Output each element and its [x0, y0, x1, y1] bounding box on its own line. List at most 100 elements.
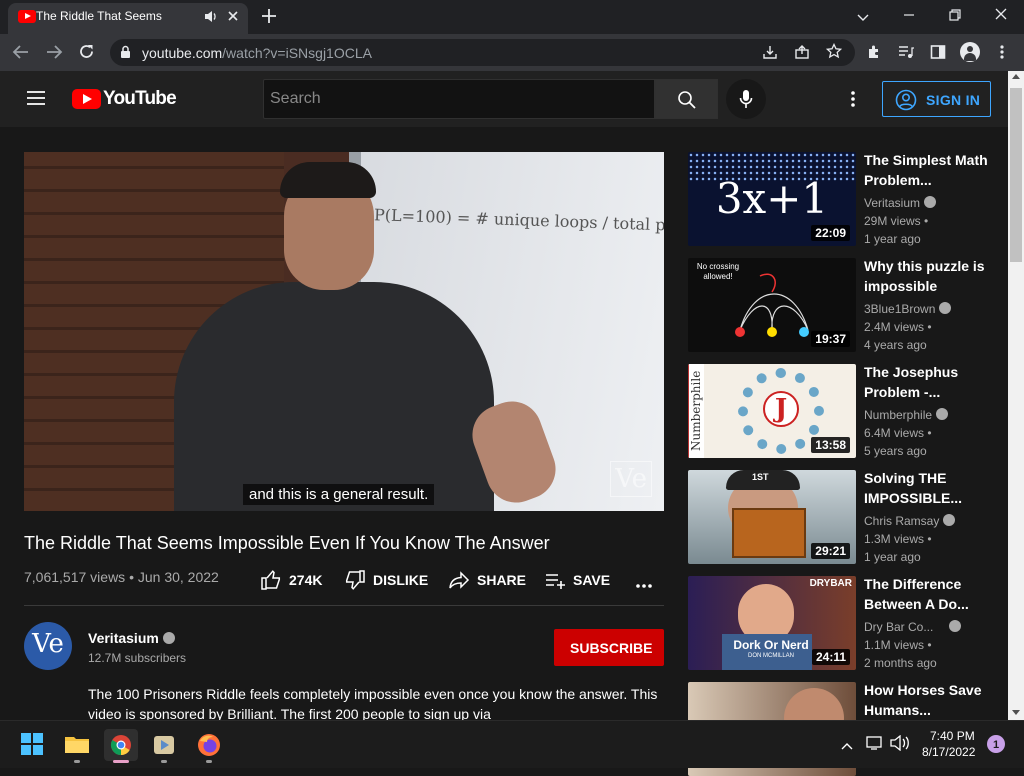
- forward-icon[interactable]: [45, 44, 63, 65]
- scroll-up-arrow-icon[interactable]: [1012, 74, 1020, 79]
- related-title[interactable]: The Difference Between A Do...: [864, 574, 1000, 614]
- related-channel[interactable]: Veritasium: [864, 196, 937, 210]
- share-button[interactable]: SHARE: [448, 569, 528, 591]
- more-actions-icon[interactable]: [635, 576, 653, 594]
- install-app-icon[interactable]: [762, 44, 778, 65]
- channel-avatar[interactable]: Ve: [24, 622, 72, 670]
- save-label: SAVE: [573, 572, 611, 588]
- reload-icon[interactable]: [78, 43, 95, 65]
- related-channel-text: Chris Ramsay: [864, 514, 940, 528]
- taskbar-indicator: [206, 760, 212, 763]
- youtube-favicon-icon: [18, 10, 36, 23]
- related-views: 6.4M views •: [864, 426, 932, 440]
- chrome-icon[interactable]: [110, 734, 132, 761]
- dislike-button[interactable]: DISLIKE: [344, 569, 434, 591]
- related-channel-text: Veritasium: [864, 196, 921, 210]
- lock-icon[interactable]: [120, 45, 131, 64]
- related-views: 2.4M views •: [864, 320, 932, 334]
- save-button[interactable]: SAVE: [544, 569, 614, 591]
- search-input[interactable]: [263, 79, 655, 119]
- video-duration: 29:21: [811, 543, 850, 559]
- file-explorer-icon[interactable]: [64, 734, 90, 759]
- youtube-logo[interactable]: YouTube: [72, 88, 177, 110]
- tab-search-chevron-icon[interactable]: [856, 10, 870, 28]
- search-button[interactable]: [655, 79, 718, 119]
- notification-count: 1: [992, 739, 1000, 751]
- media-control-icon[interactable]: [898, 44, 914, 65]
- channel-name[interactable]: Veritasium: [88, 630, 175, 646]
- window-minimize-icon[interactable]: [902, 8, 916, 27]
- new-tab-icon[interactable]: [261, 8, 277, 29]
- system-tray-chevron-icon[interactable]: [840, 738, 854, 756]
- window-restore-icon[interactable]: [948, 8, 962, 27]
- tab-audio-icon[interactable]: [204, 10, 218, 28]
- thumbs-up-icon: [261, 570, 281, 590]
- related-channel[interactable]: Dry Bar Co...: [864, 620, 962, 634]
- related-channel[interactable]: Chris Ramsay: [864, 514, 956, 528]
- video-caption: and this is a general result.: [243, 484, 435, 505]
- like-button[interactable]: 274K: [260, 569, 330, 591]
- bookmark-star-icon[interactable]: [825, 42, 843, 64]
- account-circle-icon: [895, 89, 917, 111]
- subscribe-label[interactable]: SUBSCRIBE: [570, 640, 652, 656]
- related-title[interactable]: The Simplest Math Problem...: [864, 150, 1000, 190]
- channel-avatar-text: Ve: [32, 629, 64, 659]
- settings-more-icon[interactable]: [850, 90, 856, 113]
- subscriber-count: 12.7M subscribers: [88, 651, 187, 665]
- video-meta: 7,061,517 views • Jun 30, 2022: [24, 569, 219, 585]
- hamburger-menu-icon[interactable]: [26, 90, 46, 111]
- related-channel-text: Dry Bar Co...: [864, 620, 934, 634]
- related-title[interactable]: Why this puzzle is impossible: [864, 256, 1000, 296]
- taskbar-active-indicator: [113, 760, 129, 763]
- thumbnail-text: 1ST: [752, 472, 769, 482]
- related-thumbnail[interactable]: 3x+1 22:09: [688, 152, 856, 246]
- related-age: 1 year ago: [864, 550, 921, 564]
- thumbs-down-icon: [345, 570, 365, 590]
- like-count: 274K: [289, 572, 323, 588]
- share-page-icon[interactable]: [794, 44, 810, 65]
- windows-start-icon[interactable]: [21, 733, 43, 760]
- tab-title: The Riddle That Seems Impossible Even If…: [36, 9, 166, 23]
- clock-time[interactable]: 7:40 PM: [930, 729, 975, 743]
- firefox-icon[interactable]: [197, 733, 221, 762]
- related-channel[interactable]: 3Blue1Brown: [864, 302, 952, 316]
- voice-search-button[interactable]: [726, 79, 766, 119]
- verified-badge-icon: [939, 302, 952, 314]
- playlist-add-icon: [546, 574, 565, 589]
- extensions-icon[interactable]: [866, 44, 882, 65]
- tab-close-icon[interactable]: [226, 9, 240, 28]
- related-title[interactable]: Solving THE IMPOSSIBLE...: [864, 468, 1000, 508]
- window-close-icon[interactable]: [994, 7, 1008, 26]
- related-channel[interactable]: Numberphile: [864, 408, 949, 422]
- back-icon[interactable]: [12, 44, 30, 65]
- share-icon: [449, 571, 470, 589]
- profile-icon[interactable]: [960, 42, 980, 62]
- verified-badge-icon: [949, 620, 962, 632]
- related-title[interactable]: How Horses Save Humans...: [864, 680, 1000, 720]
- related-thumbnail[interactable]: No crossing allowed! 19:37: [688, 258, 856, 352]
- thumbnail-box: [732, 508, 806, 558]
- side-panel-icon[interactable]: [930, 44, 946, 65]
- scroll-down-arrow-icon[interactable]: [1012, 710, 1020, 715]
- network-icon[interactable]: [866, 735, 884, 756]
- media-player-icon[interactable]: [153, 734, 175, 761]
- clock-date[interactable]: 8/17/2022: [922, 745, 975, 759]
- scrollbar-thumb[interactable]: [1010, 88, 1022, 262]
- related-thumbnail[interactable]: 1ST 29:21: [688, 470, 856, 564]
- url-host: youtube.com: [142, 45, 223, 61]
- related-thumbnail[interactable]: DRYBAR Dork Or Nerd DON MCMILLAN 24:11: [688, 576, 856, 670]
- video-title: The Riddle That Seems Impossible Even If…: [24, 533, 550, 553]
- chrome-menu-icon[interactable]: [999, 44, 1005, 65]
- search-placeholder: Search: [270, 90, 321, 107]
- sign-in-label[interactable]: SIGN IN: [926, 92, 980, 108]
- notification-badge[interactable]: 1: [987, 735, 1005, 753]
- related-thumbnail[interactable]: Numberphile J 13:58: [688, 364, 856, 458]
- url-text[interactable]: youtube.com/watch?v=iSNsgj1OCLA: [142, 45, 372, 61]
- video-player[interactable]: P(L=100) = # unique loops / total permut…: [24, 152, 664, 511]
- related-views: 29M views •: [864, 214, 929, 228]
- taskbar-indicator: [161, 760, 167, 763]
- url-path: /watch?v=iSNsgj1OCLA: [222, 45, 372, 61]
- volume-icon[interactable]: [890, 734, 910, 756]
- related-channel-text: 3Blue1Brown: [864, 302, 936, 316]
- related-title[interactable]: The Josephus Problem -...: [864, 362, 1000, 402]
